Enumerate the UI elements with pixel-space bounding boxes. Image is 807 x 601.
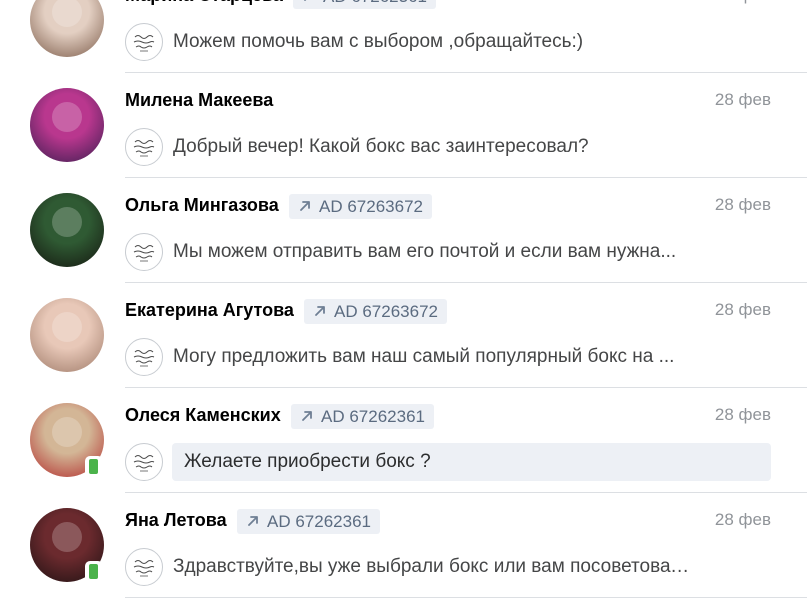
arrow-up-right-icon (300, 201, 310, 211)
arrow-up-right-icon (248, 516, 258, 526)
avatar[interactable] (30, 0, 104, 57)
conversation-row-2[interactable]: Милена Макеева 28 фев Добрый вечер! Како… (0, 73, 807, 178)
arrow-up-right-icon (302, 411, 312, 421)
avatar[interactable] (30, 88, 104, 162)
community-logo-icon (125, 338, 163, 376)
contact-name[interactable]: Ольга Мингазова (125, 193, 279, 217)
message-preview: Желаете приобрести бокс ? (172, 443, 771, 481)
contact-name[interactable]: Марина Старцева (125, 0, 283, 7)
ad-tag-label: AD 67263672 (334, 302, 438, 321)
message-date: 28 фев (715, 0, 771, 7)
community-logo-icon (125, 548, 163, 586)
message-date: 28 фев (714, 510, 771, 529)
message-preview: Могу предложить вам наш самый популярный… (173, 346, 675, 367)
community-logo-icon (125, 443, 163, 481)
conversation-row-1[interactable]: Марина Старцева AD 67262361 28 фев Можем… (0, 0, 807, 73)
message-preview: Мы можем отправить вам его почтой и если… (173, 241, 677, 262)
community-logo-icon (125, 23, 163, 61)
message-preview: Здравствуйте,вы уже выбрали бокс или вам… (173, 556, 693, 577)
ad-tag[interactable]: AD 67262361 (293, 0, 436, 9)
avatar[interactable] (30, 193, 104, 267)
community-logo-icon (125, 128, 163, 166)
avatar[interactable] (30, 298, 104, 372)
arrow-up-right-icon (315, 306, 325, 316)
ad-tag[interactable]: AD 67263672 (304, 299, 447, 324)
conversation-row-3[interactable]: Ольга Мингазова AD 67263672 28 фев Мы мо… (0, 178, 807, 283)
message-date: 28 фев (714, 90, 771, 109)
arrow-up-right-icon (304, 0, 307, 1)
conversation-row-5[interactable]: Олеся Каменских AD 67262361 28 фев Желае… (0, 388, 807, 493)
ad-tag-label: AD 67262361 (323, 0, 427, 6)
ad-tag-label: AD 67262361 (321, 407, 425, 426)
ad-tag[interactable]: AD 67262361 (291, 404, 434, 429)
online-mobile-icon (85, 561, 103, 583)
ad-tag[interactable]: AD 67263672 (289, 194, 432, 219)
contact-name[interactable]: Яна Летова (125, 508, 227, 532)
contact-name[interactable]: Олеся Каменских (125, 403, 281, 427)
contact-name[interactable]: Екатерина Агутова (125, 298, 294, 322)
message-date: 28 фев (714, 195, 771, 214)
row-divider (125, 597, 807, 598)
online-mobile-icon (85, 456, 103, 478)
ad-tag-label: AD 67262361 (267, 512, 371, 531)
ad-tag-label: AD 67263672 (319, 197, 423, 216)
contact-name[interactable]: Милена Макеева (125, 88, 273, 112)
message-date: 28 фев (714, 405, 771, 424)
message-date: 28 фев (714, 300, 771, 319)
message-preview: Добрый вечер! Какой бокс вас заинтересов… (173, 136, 589, 157)
conversation-row-6[interactable]: Яна Летова AD 67262361 28 фев Здравствуй… (0, 493, 807, 598)
conversation-row-4[interactable]: Екатерина Агутова AD 67263672 28 фев Мог… (0, 283, 807, 388)
community-logo-icon (125, 233, 163, 271)
ad-tag[interactable]: AD 67262361 (237, 509, 380, 534)
message-preview: Можем помочь вам с выбором ,обращайтесь:… (173, 31, 584, 52)
